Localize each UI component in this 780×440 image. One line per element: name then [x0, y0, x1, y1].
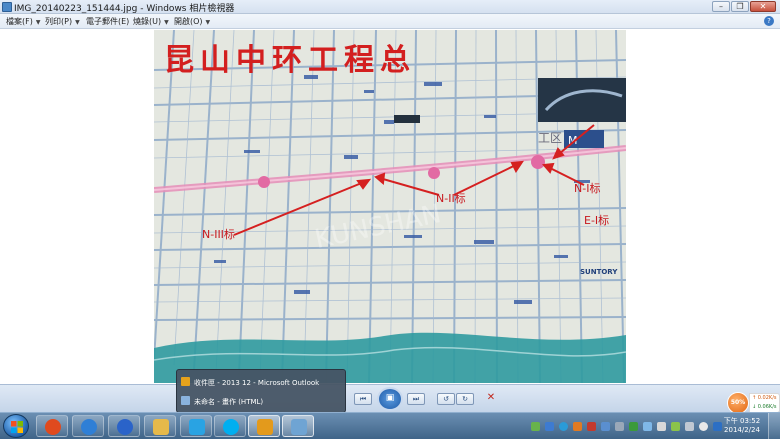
- rotate-clockwise-button[interactable]: ↻: [456, 393, 474, 405]
- windows-logo-icon: [11, 421, 23, 433]
- taskbar-qq[interactable]: [180, 415, 212, 437]
- photo-image: M 昆山中环工程总 N-III标 N-II标 N-I标 E-I标 工区 SUNT…: [154, 30, 626, 383]
- menu-open[interactable]: 開啟(O) ▼: [174, 16, 210, 27]
- keyboard-icon[interactable]: [601, 422, 610, 431]
- menu-file-label: 檔案(F): [6, 17, 33, 26]
- start-button[interactable]: [3, 414, 29, 438]
- file-explorer-icon: [153, 419, 169, 435]
- menu-email[interactable]: 電子郵件(E): [86, 16, 129, 27]
- network-speeds: ↑ 0.02K/s ↓ 0.06K/s: [749, 393, 780, 413]
- internet-explorer-icon: [81, 419, 97, 435]
- network-speed-widget[interactable]: 50% ↑ 0.02K/s ↓ 0.06K/s: [727, 392, 780, 414]
- map-label-e1: E-I标: [584, 213, 609, 227]
- media-player-icon: [45, 419, 61, 435]
- viewer-control-bar: ⏮ ▣ ⏭ ↺ ↻ ✕: [0, 384, 780, 412]
- previous-button[interactable]: ⏮: [354, 393, 372, 405]
- outlook-icon: [181, 377, 190, 386]
- chevron-down-icon: ▼: [164, 19, 169, 26]
- popup-item-outlook-label: 收件匣 - 2013 12 - Microsoft Outlook: [194, 379, 320, 387]
- menu-file[interactable]: 檔案(F) ▼: [6, 16, 40, 27]
- popup-item-paint-label: 未命名 - 畫作 (HTML): [194, 398, 264, 406]
- map-label-n1: N-I标: [574, 181, 600, 195]
- outlook-icon: [257, 419, 273, 435]
- menu-burn[interactable]: 燒錄(U) ▼: [133, 16, 169, 27]
- menu-burn-label: 燒錄(U): [133, 17, 162, 26]
- skype-icon: [223, 419, 239, 435]
- restore-button[interactable]: ❐: [731, 1, 749, 12]
- app-tray-icon[interactable]: [629, 422, 638, 431]
- chevron-down-icon: ▼: [35, 19, 41, 26]
- flag-icon[interactable]: [657, 422, 666, 431]
- signal-icon[interactable]: [671, 422, 680, 431]
- minimize-button[interactable]: –: [712, 1, 730, 12]
- taskbar-internet-explorer[interactable]: [72, 415, 104, 437]
- map-label-n3: N-III标: [202, 227, 235, 241]
- chevron-down-icon: ▼: [205, 19, 211, 26]
- map-label-suntory: SUNTORY: [580, 268, 618, 276]
- upload-speed: ↑ 0.02K/s: [752, 395, 777, 401]
- usb-icon[interactable]: [615, 422, 624, 431]
- taskbar-photo-viewer[interactable]: [282, 415, 314, 437]
- taskbar-jump-popup: 收件匣 - 2013 12 - Microsoft Outlook 未命名 - …: [176, 369, 346, 413]
- close-button[interactable]: ✕: [750, 1, 776, 12]
- map-title-text: 昆山中环工程总: [164, 43, 416, 78]
- menu-bar: 檔案(F) ▼ 列印(P) ▼ 電子郵件(E) 燒錄(U) ▼ 開啟(O) ▼ ?: [0, 14, 780, 29]
- qq-icon: [189, 419, 205, 435]
- taskbar-skype[interactable]: [214, 415, 246, 437]
- help-icon[interactable]: ?: [764, 16, 774, 26]
- title-bar: IMG_20140223_151444.jpg - Windows 相片檢視器 …: [0, 0, 780, 14]
- photo-viewer-app-icon: [2, 2, 12, 12]
- map-label-zone: 工区: [538, 131, 562, 145]
- battery-icon[interactable]: [531, 422, 540, 431]
- popup-item-paint[interactable]: 未命名 - 畫作 (HTML): [181, 395, 341, 409]
- display-icon[interactable]: [643, 422, 652, 431]
- sync-icon[interactable]: [559, 422, 568, 431]
- system-tray: 下午 03:52 2014/2/24: [527, 413, 780, 440]
- volume-icon[interactable]: [699, 422, 708, 431]
- clock-date: 2014/2/24: [724, 426, 760, 434]
- menu-open-label: 開啟(O): [174, 17, 203, 26]
- bluetooth-icon[interactable]: [545, 422, 554, 431]
- input-method-icon[interactable]: [713, 422, 722, 431]
- map-label-n2: N-II标: [436, 191, 466, 205]
- menu-email-label: 電子郵件(E): [86, 17, 130, 26]
- taskbar-file-explorer[interactable]: [144, 415, 176, 437]
- delete-button[interactable]: ✕: [482, 393, 500, 405]
- show-desktop-button[interactable]: [768, 413, 780, 440]
- clock[interactable]: 下午 03:52 2014/2/24: [722, 417, 762, 435]
- taskbar-outlook[interactable]: [248, 415, 280, 437]
- city-map-photo: M 昆山中环工程总 N-III标 N-II标 N-I标 E-I标 工区 SUNT…: [154, 30, 626, 383]
- network-icon[interactable]: [685, 422, 694, 431]
- chevron-down-icon: ▼: [75, 19, 80, 26]
- taskbar: 下午 03:52 2014/2/24: [0, 412, 780, 440]
- network-percent-ball: 50%: [727, 392, 749, 414]
- taskbar-sogou[interactable]: [108, 415, 140, 437]
- sogou-icon: [117, 419, 133, 435]
- photo-viewer-icon: [291, 419, 307, 435]
- window-title: IMG_20140223_151444.jpg - Windows 相片檢視器: [14, 4, 235, 14]
- clock-time: 下午 03:52: [723, 417, 761, 425]
- popup-item-outlook[interactable]: 收件匣 - 2013 12 - Microsoft Outlook: [181, 376, 341, 390]
- next-button[interactable]: ⏭: [407, 393, 425, 405]
- rotate-counterclockwise-button[interactable]: ↺: [437, 393, 455, 405]
- menu-print-label: 列印(P): [45, 17, 73, 26]
- taskbar-media-player[interactable]: [36, 415, 68, 437]
- download-speed: ↓ 0.06K/s: [752, 404, 777, 410]
- menu-print[interactable]: 列印(P) ▼: [45, 16, 80, 27]
- security-icon[interactable]: [573, 422, 582, 431]
- photo-viewer-canvas: M 昆山中环工程总 N-III标 N-II标 N-I标 E-I标 工区 SUNT…: [0, 29, 780, 384]
- slideshow-button[interactable]: ▣: [377, 387, 403, 411]
- antivirus-icon[interactable]: [587, 422, 596, 431]
- paint-icon: [181, 396, 190, 405]
